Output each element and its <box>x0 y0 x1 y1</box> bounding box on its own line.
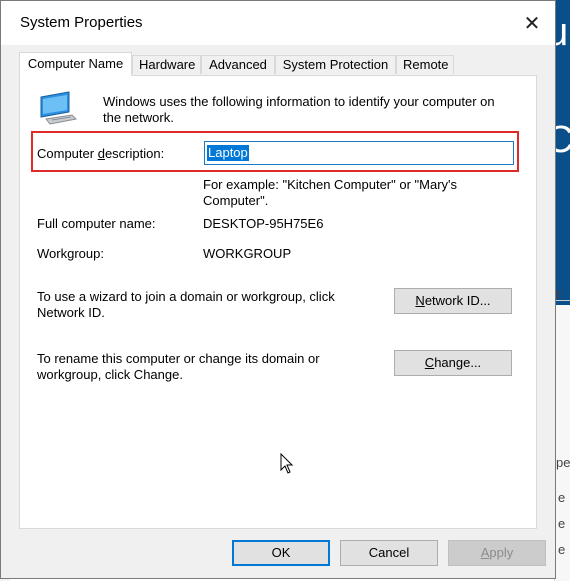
close-button[interactable]: ✕ <box>509 1 555 45</box>
workgroup-label: Workgroup: <box>37 246 104 261</box>
intro-text: Windows uses the following information t… <box>103 94 495 125</box>
network-id-button[interactable]: Network ID... <box>394 288 512 314</box>
dialog-title: System Properties <box>20 14 143 31</box>
background-text-fragment: e <box>558 516 566 531</box>
workgroup-value: WORKGROUP <box>203 246 292 261</box>
background-window-right <box>554 305 570 581</box>
computer-description-label: Computer description: <box>37 146 165 161</box>
background-text-fragment: e <box>558 542 566 557</box>
title-bar[interactable]: System Properties ✕ <box>1 1 555 45</box>
example-text: For example: "Kitchen Computer" or "Mary… <box>203 177 458 208</box>
tab-hardware[interactable]: Hardware <box>132 55 201 74</box>
computer-description-input[interactable]: Laptop <box>204 141 514 165</box>
tab-advanced[interactable]: Advanced <box>201 55 275 74</box>
apply-button[interactable]: Apply <box>448 540 546 566</box>
network-wizard-text: To use a wizard to join a domain or work… <box>37 289 335 320</box>
change-button[interactable]: Change... <box>394 350 512 376</box>
background-text-fragment: pe <box>556 455 570 470</box>
tab-computer-name[interactable]: Computer Name <box>19 52 132 76</box>
computer-description-value: Laptop <box>207 145 249 161</box>
computer-monitor-icon <box>40 91 78 125</box>
ok-button[interactable]: OK <box>232 540 330 566</box>
mouse-pointer-icon <box>280 453 294 474</box>
close-icon: ✕ <box>523 12 541 35</box>
cancel-button[interactable]: Cancel <box>340 540 438 566</box>
system-properties-dialog: System Properties ✕ Computer Name Hardwa… <box>0 0 556 579</box>
full-computer-name-value: DESKTOP-95H75E6 <box>203 216 324 231</box>
rename-computer-text: To rename this computer or change its do… <box>37 351 320 382</box>
computer-name-panel: Windows uses the following information t… <box>19 75 537 529</box>
tab-remote[interactable]: Remote <box>396 55 454 74</box>
background-text-fragment: e <box>558 490 566 505</box>
tab-system-protection[interactable]: System Protection <box>275 55 396 74</box>
full-computer-name-label: Full computer name: <box>37 216 156 231</box>
